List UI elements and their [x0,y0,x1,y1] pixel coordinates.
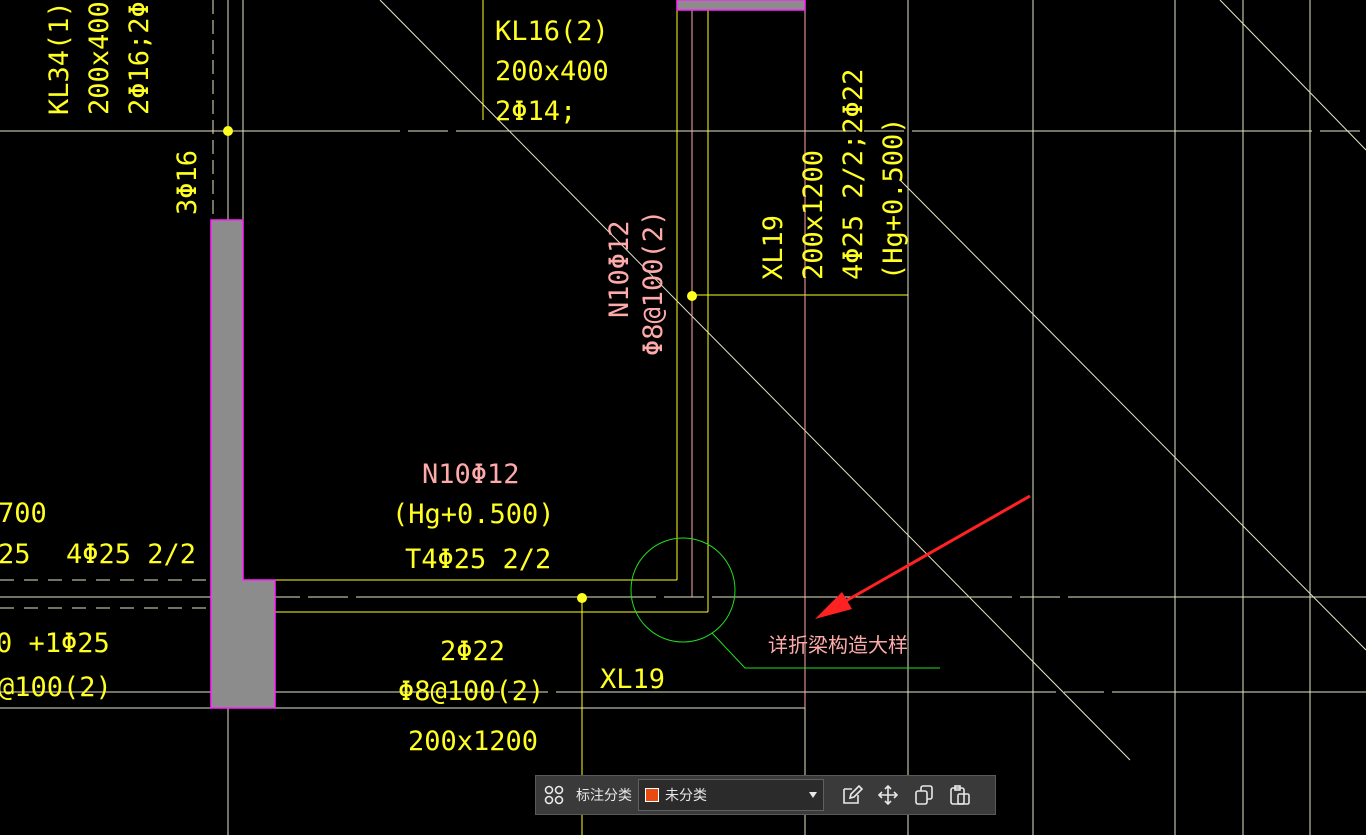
bottom-2phi22: 2Φ22 [440,636,505,667]
kl34-rebar: 2Φ16;2Φ20 [124,0,155,115]
horiz-top: T4Φ25 2/2 [405,544,551,575]
horiz-elev: (Hg+0.500) [392,499,555,530]
category-color-swatch [645,788,659,802]
kl34-name: KL34(1) [44,1,75,115]
category-value: 未分类 [665,788,707,804]
xl19-right-name: XL19 [758,215,789,280]
vert-n10: N10Φ12 [604,220,635,318]
callout-text: 详折梁构造大样 [768,633,908,657]
grid-lines [0,0,1366,835]
cad-annotations: KL34(1) 200x400 2Φ16;2Φ20 3Φ16 KL16(2) 2… [0,0,909,757]
top-column[interactable] [676,0,806,11]
paste-icon [950,785,970,805]
edit-button[interactable] [834,777,870,813]
category-select[interactable]: 未分类 [638,779,824,811]
kl16-size: 200x400 [495,56,609,87]
left-25: 25 [0,539,31,570]
horiz-n10: N10Φ12 [422,459,520,490]
left-700: 700 [0,498,47,529]
annotation-toolbar: 标注分类 未分类 [535,775,996,815]
copy-icon [915,785,933,805]
copy-button[interactable] [906,777,942,813]
vert-stirrup: Φ8@100(2) [638,210,669,356]
node-dot [577,593,587,603]
move-icon [877,784,899,806]
bottom-stirrup: Φ8@100(2) [398,676,544,707]
left-at100: @100(2) [0,672,112,703]
xl19-right-rebar: 4Φ25 2/2;2Φ22 [838,69,869,280]
grid-icon [544,785,564,805]
col-rebar: 3Φ16 [172,150,203,215]
left-4phi25: 4Φ25 2/2 [66,539,196,570]
callout-circle[interactable] [630,537,736,643]
paste-button[interactable] [942,777,978,813]
xl19-right-elev: (Hg+0.500) [878,117,909,280]
grid-button[interactable] [536,777,572,813]
xl19-right-size: 200x1200 [798,150,829,280]
bottom-size: 200x1200 [408,726,538,757]
wall-column[interactable] [210,219,276,709]
chevron-down-icon [809,792,817,798]
kl16-rebar: 2Φ14; [495,96,576,127]
kl34-size: 200x400 [84,1,115,115]
beam-pink-lines [691,0,806,708]
cad-drawing-canvas[interactable]: KL34(1) 200x400 2Φ16;2Φ20 3Φ16 KL16(2) 2… [0,0,1366,835]
node-dot [687,291,697,301]
kl16-name: KL16(2) [495,16,609,47]
edit-icon [843,784,863,804]
category-label: 标注分类 [576,788,632,804]
left-plus25: 0 +1Φ25 [0,628,110,659]
red-arrow-annotation [815,494,1031,619]
node-dot [223,126,233,136]
move-button[interactable] [870,777,906,813]
xl19-bottom-name: XL19 [600,664,665,695]
